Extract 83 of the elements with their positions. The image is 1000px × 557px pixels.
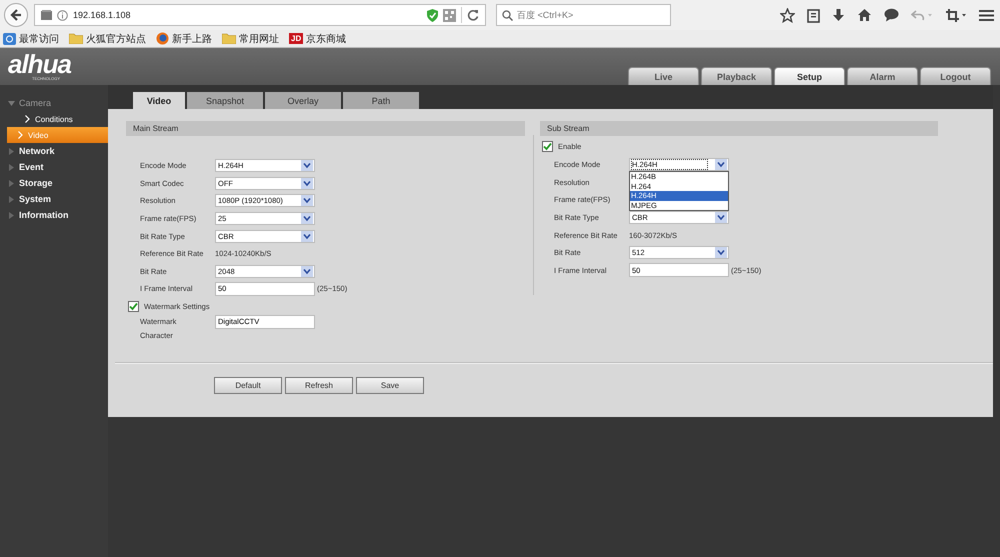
section-header: Main Stream (126, 121, 525, 136)
folder-icon (222, 33, 236, 44)
bookmark-link[interactable]: 常用网址 (222, 32, 279, 46)
download-icon[interactable] (832, 8, 845, 22)
tab[interactable]: Snapshot (187, 92, 263, 109)
sidebar-subitem[interactable]: Conditions (7, 111, 108, 127)
triangle-down-icon (8, 100, 15, 106)
home-icon[interactable] (857, 8, 872, 22)
sidebar-item[interactable]: Network (0, 143, 108, 159)
nav-tab[interactable]: Alarm (847, 67, 918, 85)
page-icon (41, 10, 52, 20)
logo: alhua (8, 52, 71, 76)
chevron-down-icon (301, 213, 313, 224)
triangle-right-icon (8, 148, 15, 154)
url-text: 192.168.1.108 (73, 10, 131, 20)
action-button[interactable]: Refresh (285, 376, 353, 394)
nav-tab[interactable]: Setup (774, 67, 845, 85)
shield-icon[interactable] (427, 8, 438, 22)
bookmark-label: 常用网址 (239, 32, 279, 46)
check-icon (129, 302, 138, 311)
bookmark-link[interactable]: 最常访问 (3, 32, 59, 46)
bookmark-label: 新手上路 (172, 32, 212, 46)
chat-bubble-icon[interactable] (884, 8, 899, 22)
info-icon[interactable] (57, 10, 68, 20)
bookmark-link[interactable]: 火狐官方站点 (69, 32, 146, 46)
triangle-right-icon (8, 180, 15, 186)
globe-icon (3, 32, 16, 44)
triangle-right-icon (8, 196, 15, 202)
folder-icon (69, 33, 83, 44)
crop-icon[interactable] (945, 8, 967, 22)
sidebar-label: Event (19, 162, 44, 172)
address-bar[interactable]: 192.168.1.108 (34, 4, 486, 26)
menu-icon[interactable] (979, 8, 994, 22)
sidebar-label: Camera (19, 98, 52, 108)
browser-logo-icon (156, 32, 169, 45)
action-button[interactable]: Default (214, 376, 282, 394)
chevron-down-icon (715, 159, 727, 170)
search-field[interactable]: 百度 <Ctrl+K> (496, 4, 671, 26)
section-header: Sub Stream (540, 121, 938, 136)
shop-badge: JD (289, 33, 304, 44)
search-placeholder: 百度 <Ctrl+K> (517, 8, 574, 22)
clipboard-icon[interactable] (807, 8, 820, 22)
nav-tab[interactable]: Logout (920, 67, 991, 85)
chevron-down-icon (301, 195, 313, 206)
search-icon (502, 10, 513, 20)
bookmark-link[interactable]: 新手上路 (156, 32, 212, 46)
bookmark-label: 最常访问 (19, 32, 59, 46)
sidebar-item[interactable]: Camera (0, 95, 108, 111)
sidebar-label: Conditions (35, 114, 73, 124)
chevron-down-icon (715, 212, 727, 224)
nav-tab[interactable]: Live (628, 67, 699, 85)
sidebar-label: Network (19, 146, 55, 156)
bookmark-label: 火狐官方站点 (86, 32, 146, 46)
chevron-down-icon (301, 160, 313, 172)
action-button[interactable]: Save (356, 376, 424, 394)
check-icon (543, 142, 552, 150)
tab[interactable]: Video (133, 92, 185, 109)
reload-icon[interactable] (467, 9, 479, 21)
sidebar-item[interactable]: Information (0, 207, 108, 223)
sidebar-label: System (19, 194, 52, 204)
sidebar-item[interactable]: Event (0, 159, 108, 175)
star-icon[interactable] (780, 8, 795, 22)
bookmark-link[interactable]: JD 京东商城 (289, 32, 346, 46)
chevron-down-icon (301, 178, 313, 189)
nav-tab[interactable]: Playback (701, 67, 772, 85)
triangle-right-icon (8, 212, 15, 218)
back-arrow-icon (9, 8, 23, 22)
checkbox[interactable] (128, 300, 139, 312)
sidebar-label: Storage (19, 178, 53, 188)
chevron-down-icon (715, 247, 727, 258)
sidebar-item[interactable]: Storage (0, 175, 108, 191)
sidebar-item[interactable]: System (0, 191, 108, 207)
chevron-down-icon (301, 266, 313, 277)
checkbox[interactable] (542, 140, 553, 152)
sidebar-label: Information (19, 210, 68, 220)
triangle-right-icon (8, 164, 15, 170)
qr-code-icon[interactable] (443, 8, 456, 22)
chevron-down-icon (301, 230, 313, 242)
tab[interactable]: Overlay (265, 92, 341, 109)
bookmark-label: 京东商城 (306, 32, 346, 46)
tab[interactable]: Path (343, 92, 419, 109)
sidebar-label: Video (28, 130, 48, 140)
back-button[interactable] (4, 3, 28, 27)
